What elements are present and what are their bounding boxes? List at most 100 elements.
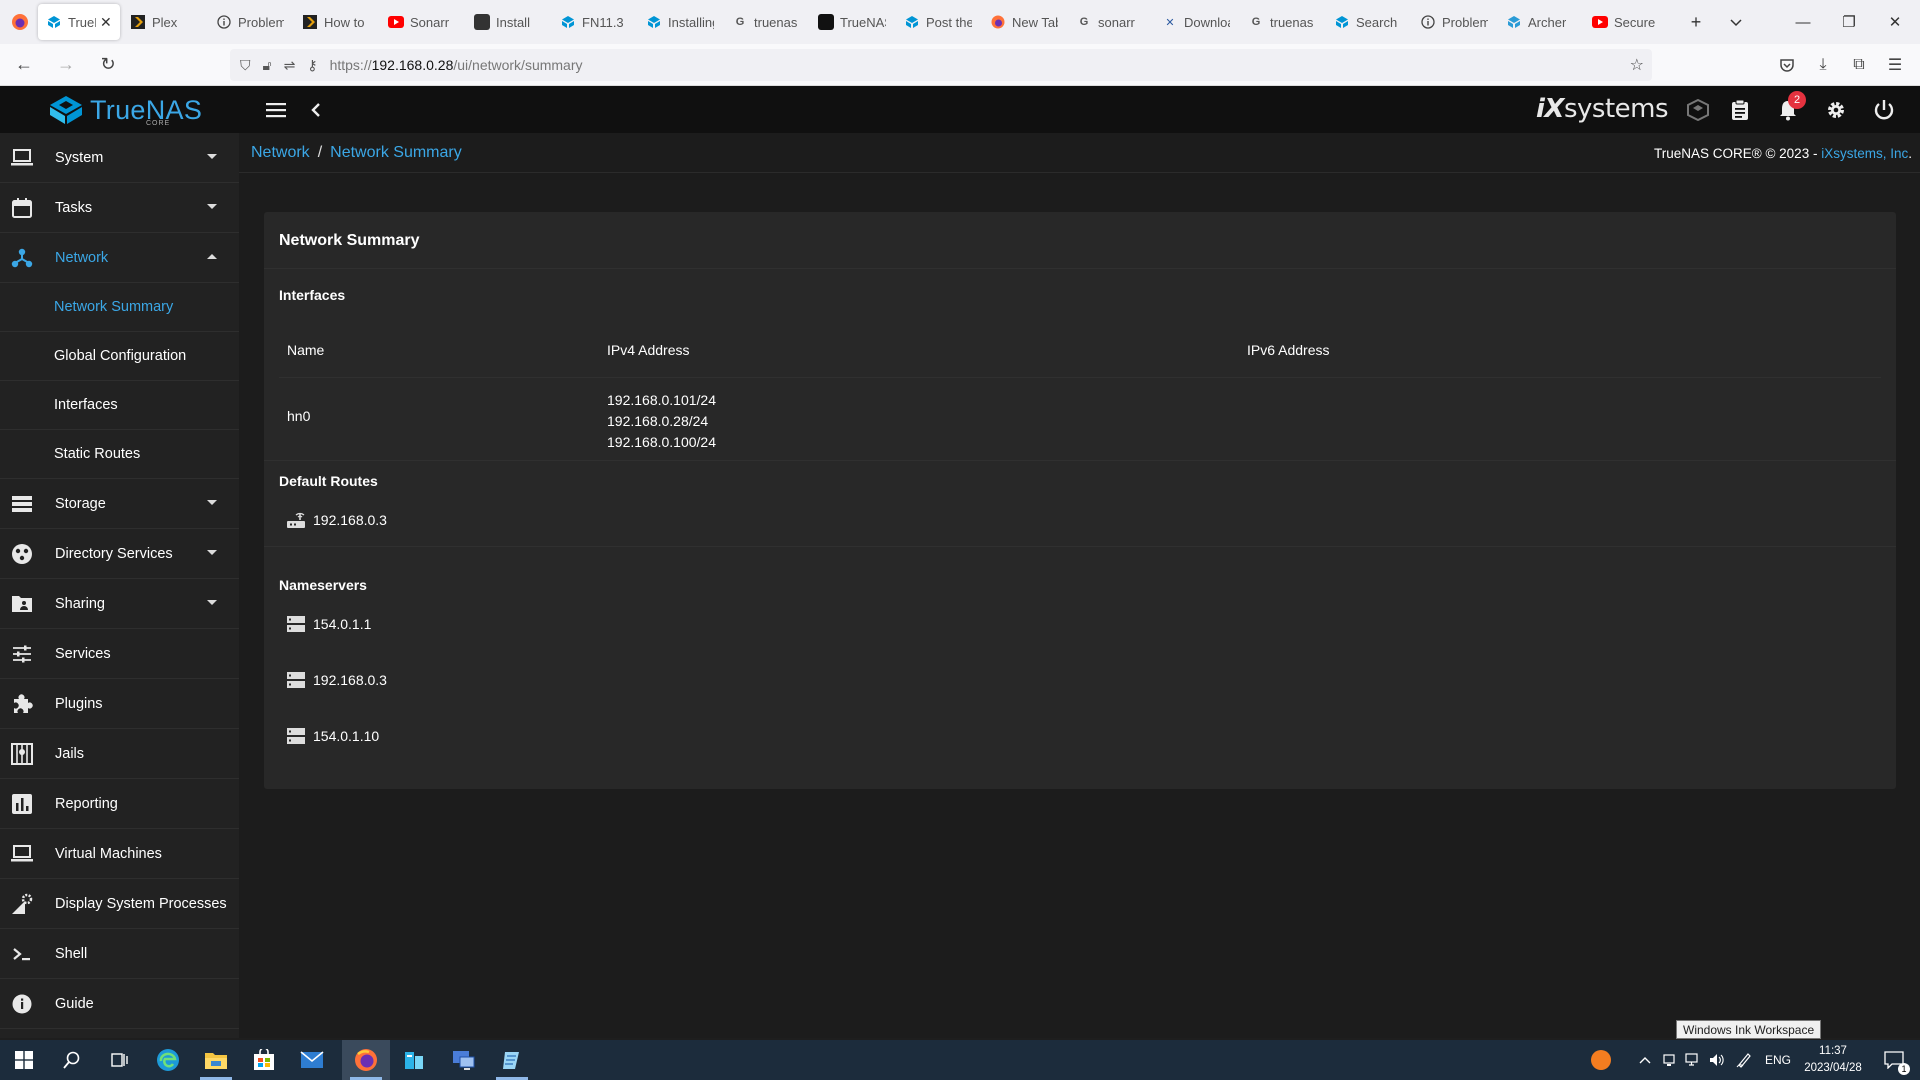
language-indicator[interactable]: ENG xyxy=(1762,1040,1794,1080)
browser-tab[interactable]: Search xyxy=(1326,4,1410,40)
notepad-icon[interactable] xyxy=(488,1040,536,1080)
firefox-menu-icon[interactable] xyxy=(2,4,38,40)
browser-tab[interactable]: New Tab xyxy=(982,4,1066,40)
volume-icon[interactable] xyxy=(1706,1040,1728,1080)
browser-tab[interactable]: Install xyxy=(466,4,550,40)
truenas-logo[interactable]: TrueNAS CORE xyxy=(48,92,202,128)
sidebar-item-shell[interactable]: Shell xyxy=(0,929,239,979)
sidebar-subitem-static-routes[interactable]: Static Routes xyxy=(0,430,239,479)
browser-tab[interactable]: Problem xyxy=(1412,4,1496,40)
windows-ink-pen-icon[interactable] xyxy=(1732,1040,1756,1080)
sidebar-subitem-global-configuration[interactable]: Global Configuration xyxy=(0,332,239,381)
file-explorer-icon[interactable] xyxy=(192,1040,240,1080)
ixsystems-link[interactable]: iXsystems, Inc xyxy=(1821,146,1908,161)
search-icon[interactable] xyxy=(48,1040,96,1080)
sidebar-item-tasks[interactable]: Tasks xyxy=(0,183,239,233)
sidebar-item-label: Tasks xyxy=(55,199,93,216)
browser-tab-strip: TrueNAS✕PlexProblemHow toSonarrInstallFN… xyxy=(0,0,1920,44)
browser-tab[interactable]: Gsonarr xyxy=(1068,4,1152,40)
url-input[interactable]: ⛉ 🔓︎ ⇌ ⚷ https://192.168.0.28/ui/network… xyxy=(230,49,1652,81)
settings-gear-icon[interactable] xyxy=(1820,94,1852,126)
caret-down-icon xyxy=(207,500,217,505)
browser-toolbar: ← → ↻ ⛉ 🔓︎ ⇌ ⚷ https://192.168.0.28/ui/n… xyxy=(0,44,1920,86)
browser-tab[interactable]: TrueNAS✕ xyxy=(38,4,120,40)
browser-tab[interactable]: Installing xyxy=(638,4,722,40)
jail-icon xyxy=(10,742,34,766)
reload-icon[interactable]: ↻ xyxy=(90,49,126,81)
restore-icon[interactable]: ❐ xyxy=(1826,0,1872,44)
sidebar-item-guide[interactable]: Guide xyxy=(0,979,239,1029)
breadcrumb-network-link[interactable]: Network xyxy=(251,144,310,161)
edge-icon[interactable] xyxy=(144,1040,192,1080)
remote-desktop-icon[interactable] xyxy=(440,1040,488,1080)
ixsystems-logo[interactable]: iXsystems xyxy=(1536,94,1669,124)
browser-tab[interactable]: Gtruenas xyxy=(724,4,808,40)
notifications-bell-icon[interactable]: 2 xyxy=(1772,91,1806,126)
browser-tab[interactable]: Archer xyxy=(1498,4,1582,40)
close-tab-icon[interactable]: ✕ xyxy=(100,14,112,31)
sidebar-item-virtual-machines[interactable]: Virtual Machines xyxy=(0,829,239,879)
sidebar-item-system[interactable]: System xyxy=(0,133,239,183)
info-favicon-icon xyxy=(216,14,232,30)
shield-icon[interactable]: ⛉ xyxy=(240,57,251,74)
browser-tab[interactable]: Plex xyxy=(122,4,206,40)
downloads-icon[interactable]: ⤓ xyxy=(1806,49,1840,81)
permissions-icon[interactable]: ⇌ xyxy=(284,57,296,74)
power-icon[interactable] xyxy=(1868,94,1900,126)
start-windows-icon[interactable] xyxy=(0,1040,48,1080)
nameserver-item: 154.0.1.10 xyxy=(286,724,379,748)
sidebar-item-network[interactable]: Network xyxy=(0,233,239,283)
firefox-taskbar-icon[interactable] xyxy=(342,1040,390,1080)
mail-icon[interactable] xyxy=(288,1040,336,1080)
sidebar-item-services[interactable]: Services xyxy=(0,629,239,679)
puzzle-icon xyxy=(10,692,34,716)
sidebar-subitem-network-summary[interactable]: Network Summary xyxy=(0,283,239,332)
browser-tab[interactable]: Gtruenas xyxy=(1240,4,1324,40)
close-window-icon[interactable]: ✕ xyxy=(1872,0,1918,44)
collapse-chevron-icon[interactable] xyxy=(300,94,332,126)
microsoft-store-icon[interactable] xyxy=(240,1040,288,1080)
sidebar-item-reporting[interactable]: Reporting xyxy=(0,779,239,829)
sidebar-item-jails[interactable]: Jails xyxy=(0,729,239,779)
action-center-icon[interactable]: 1 xyxy=(1874,1040,1914,1080)
browser-tab[interactable]: ✕ Download xyxy=(1154,4,1238,40)
browser-tab[interactable]: Post the xyxy=(896,4,980,40)
browser-tab[interactable]: FN11.3 xyxy=(552,4,636,40)
task-view-icon[interactable] xyxy=(96,1040,144,1080)
new-tab-icon[interactable]: + xyxy=(1676,4,1716,40)
system-clock[interactable]: 11:37 2023/04/28 xyxy=(1796,1043,1870,1077)
sidebar-item-sharing[interactable]: Sharing xyxy=(0,579,239,629)
hamburger-menu-icon[interactable] xyxy=(260,94,292,126)
meet-now-icon[interactable] xyxy=(1658,1040,1680,1080)
truecommand-icon[interactable] xyxy=(1682,94,1714,126)
forward-icon[interactable]: → xyxy=(48,49,84,81)
network-tray-icon[interactable] xyxy=(1682,1040,1704,1080)
browser-tab[interactable]: Sonarr xyxy=(380,4,464,40)
divider xyxy=(264,268,1896,269)
extensions-icon[interactable]: ⧉ xyxy=(1842,49,1876,81)
plex-favicon-icon xyxy=(130,14,146,30)
sidebar-item-display-system-processes[interactable]: Display System Processes xyxy=(0,879,239,929)
bookmark-star-icon[interactable]: ☆ xyxy=(1630,55,1644,75)
minimize-icon[interactable]: — xyxy=(1780,0,1826,44)
browser-tab[interactable]: TrueNAS xyxy=(810,4,894,40)
sidebar-subitem-interfaces[interactable]: Interfaces xyxy=(0,381,239,430)
sidebar-item-label: Display System Processes xyxy=(55,895,227,912)
browser-tab[interactable]: Secure xyxy=(1584,4,1668,40)
show-hidden-icons-chevron-icon[interactable] xyxy=(1634,1040,1656,1080)
sidebar-item-directory-services[interactable]: Directory Services xyxy=(0,529,239,579)
network-summary-card: Network Summary Interfaces Name IPv4 Add… xyxy=(264,212,1896,789)
task-manager-clipboard-icon[interactable] xyxy=(1724,94,1756,126)
back-icon[interactable]: ← xyxy=(6,49,42,81)
files-app-icon[interactable] xyxy=(390,1040,438,1080)
pocket-icon[interactable] xyxy=(1770,49,1804,81)
tab-list-chevron-icon[interactable] xyxy=(1716,4,1756,40)
firefox-notification-tray-icon[interactable] xyxy=(1586,1040,1616,1080)
key-icon[interactable]: ⚷ xyxy=(307,57,317,74)
sidebar-item-plugins[interactable]: Plugins xyxy=(0,679,239,729)
browser-tab[interactable]: Problem xyxy=(208,4,292,40)
sidebar-item-storage[interactable]: Storage xyxy=(0,479,239,529)
browser-tab[interactable]: How to xyxy=(294,4,378,40)
app-menu-icon[interactable]: ☰ xyxy=(1878,49,1912,81)
lock-warning-icon[interactable]: 🔓︎ xyxy=(263,57,272,74)
